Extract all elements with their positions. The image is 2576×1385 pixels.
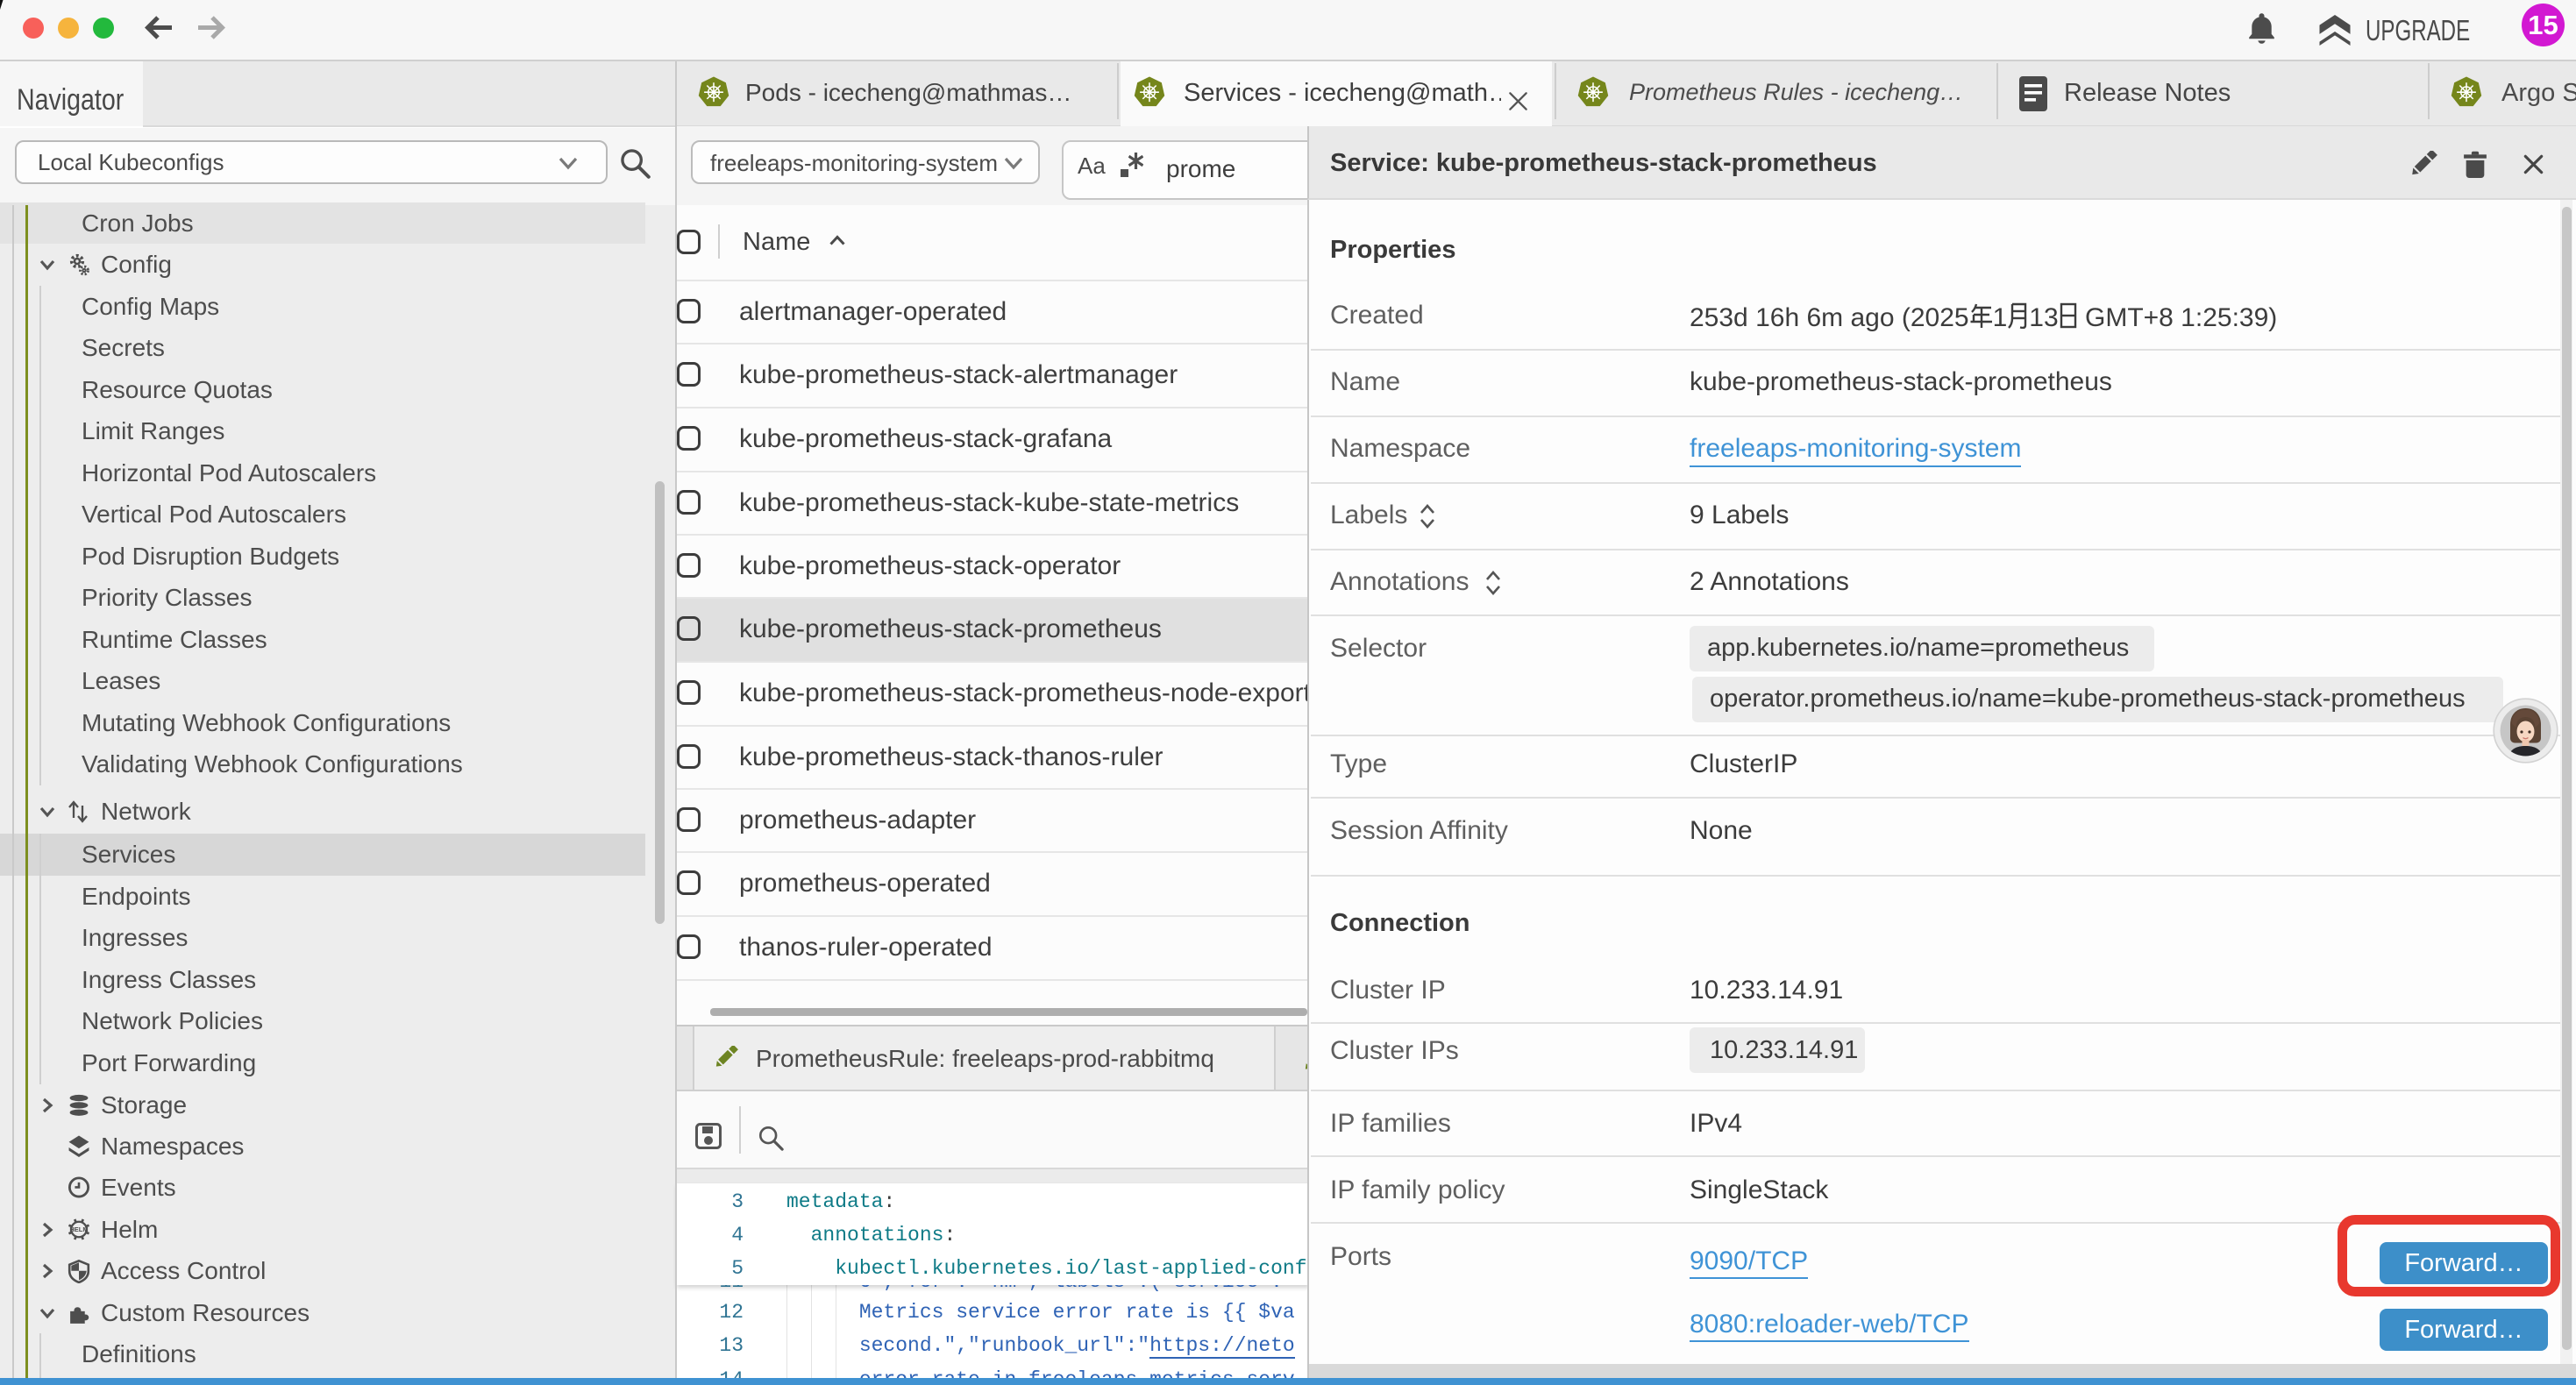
svg-text:HELM: HELM (69, 1225, 88, 1233)
